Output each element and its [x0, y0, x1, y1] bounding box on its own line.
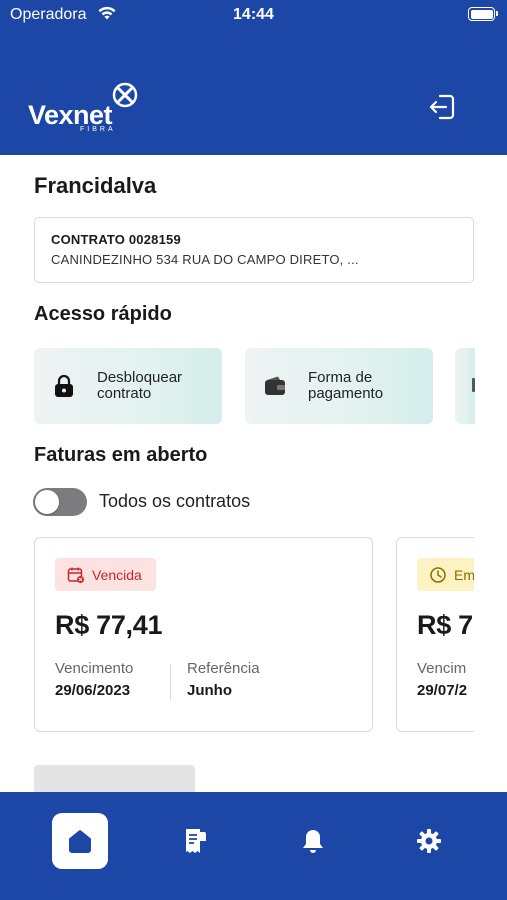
home-icon — [69, 830, 91, 853]
bell-icon — [303, 830, 323, 853]
due-date-label: Vencimento — [55, 660, 134, 677]
due-date-value: 29/07/2 — [417, 682, 468, 699]
due-date-column: Vencimento 29/06/2023 — [55, 660, 133, 699]
tab-settings[interactable] — [401, 813, 457, 869]
bottom-tab-bar — [0, 792, 507, 900]
invoice-carousel[interactable]: Vencida R$ 77,41 Vencimento 29/06/2023 R… — [0, 537, 474, 733]
status-badge: Em — [417, 558, 474, 591]
user-name: Francidalva — [34, 173, 157, 198]
clock-icon — [430, 566, 446, 583]
invoice-card[interactable]: Em R$ 7 Vencim 29/07/2 — [396, 537, 474, 732]
status-bar: Operadora 14:44 — [0, 0, 507, 30]
all-contracts-label: Todos os contratos — [99, 491, 251, 511]
invoice-amount: R$ 7 — [417, 610, 473, 640]
wallet-icon — [265, 376, 285, 395]
status-time: 14:44 — [233, 6, 274, 23]
loading-skeleton — [34, 765, 195, 795]
app-header: Operadora 14:44 Vexnet FIBRA — [0, 0, 507, 155]
tab-home[interactable] — [52, 813, 108, 869]
quick-next-icon-fragment — [472, 378, 475, 392]
reference-label: Referência — [187, 660, 260, 677]
battery-icon — [468, 7, 498, 21]
status-label: Vencida — [92, 566, 142, 583]
brand-logo: Vexnet FIBRA — [28, 82, 143, 134]
open-invoices-title: Faturas em aberto — [34, 444, 208, 466]
quick-access-next-card[interactable] — [455, 348, 475, 424]
quick-payment-method-button[interactable]: Forma de pagamento — [245, 348, 433, 424]
reference-value: Junho — [187, 682, 232, 699]
all-contracts-toggle[interactable] — [33, 488, 87, 516]
due-date-column: Vencim 29/07/2 — [417, 660, 467, 699]
quick-payment-label: Forma de pagamento — [308, 369, 384, 402]
contract-number: CONTRATO 0028159 — [51, 232, 181, 247]
contract-address: CANINDEZINHO 534 RUA DO CAMPO DIRETO, ..… — [51, 252, 359, 267]
invoice-card[interactable]: Vencida R$ 77,41 Vencimento 29/06/2023 R… — [34, 537, 373, 732]
due-date-value: 29/06/2023 — [55, 682, 131, 699]
due-date-label: Vencim — [417, 660, 467, 677]
receipt-icon — [186, 829, 206, 853]
reference-column: Referência Junho — [187, 660, 260, 699]
column-divider — [170, 664, 171, 700]
gear-icon — [417, 829, 441, 853]
quick-unlock-contract-button[interactable]: Desbloquear contrato — [34, 348, 222, 424]
tab-notifications[interactable] — [285, 813, 341, 869]
quick-unlock-label: Desbloquear contrato — [97, 369, 183, 402]
contract-card[interactable]: CONTRATO 0028159 CANINDEZINHO 534 RUA DO… — [34, 217, 474, 283]
tab-invoices[interactable] — [168, 813, 224, 869]
status-label: Em — [454, 566, 474, 583]
brand-tagline: FIBRA — [80, 126, 116, 133]
quick-access-title: Acesso rápido — [34, 303, 172, 325]
logo-mark-icon — [112, 82, 138, 108]
logout-icon[interactable] — [427, 92, 457, 122]
lock-icon — [55, 374, 73, 397]
status-badge: Vencida — [55, 558, 156, 591]
invoice-amount: R$ 77,41 — [55, 610, 163, 640]
calendar-alert-icon — [67, 567, 84, 583]
